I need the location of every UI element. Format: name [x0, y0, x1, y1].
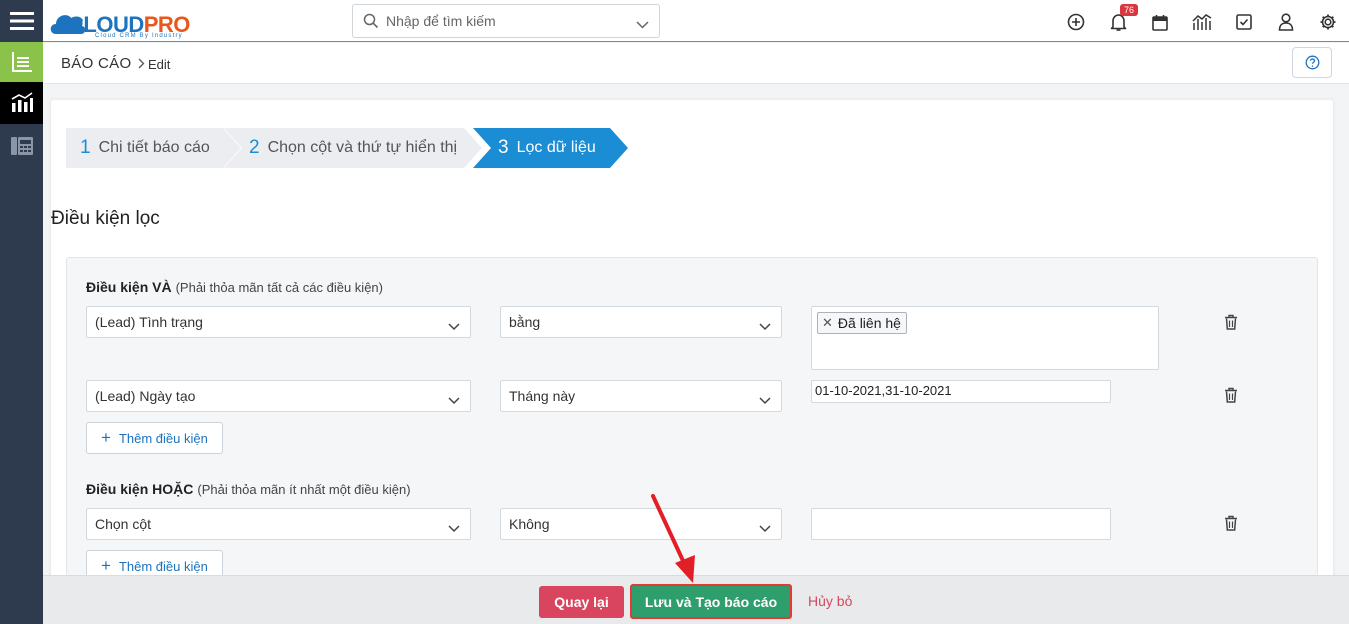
checkbox-icon[interactable]	[1233, 11, 1255, 33]
search-icon	[363, 13, 379, 32]
left-sidebar	[0, 0, 43, 624]
save-and-create-report-button[interactable]: Lưu và Tạo báo cáo	[630, 584, 792, 619]
chevron-down-icon	[448, 520, 460, 536]
chart-line-icon[interactable]	[1191, 11, 1213, 33]
help-button[interactable]	[1292, 47, 1332, 78]
and-row2-date-range-input[interactable]: 01-10-2021,31-10-2021	[811, 380, 1111, 403]
value-tag: ✕ Đã liên hệ	[817, 312, 907, 334]
or-row1-field-select[interactable]: Chọn cột	[86, 508, 471, 540]
chevron-down-icon[interactable]	[636, 16, 649, 32]
breadcrumb: BÁO CÁO Edit	[43, 43, 1349, 84]
chevron-down-icon	[759, 318, 771, 334]
wizard-step-3[interactable]: 3 Lọc dữ liệu	[473, 128, 628, 168]
annotation-arrow-icon	[651, 494, 695, 583]
plus-circle-icon[interactable]	[1065, 11, 1087, 33]
breadcrumb-page: Edit	[148, 57, 171, 72]
and-group-title: Điều kiện VÀ (Phải thỏa mãn tất cả các đi…	[86, 279, 383, 295]
and-row1-value-multiselect[interactable]: ✕ Đã liên hệ	[811, 306, 1159, 370]
plus-icon: +	[101, 428, 111, 447]
chart-icon[interactable]	[0, 82, 43, 124]
cancel-link[interactable]: Hủy bỏ	[808, 593, 852, 609]
cloudpro-logo[interactable]: CLOUDPRO Cloud CRM By Industry	[48, 4, 203, 39]
filter-section-title: Điều kiện lọc	[51, 208, 160, 229]
wizard-step-2[interactable]: 2 Chọn cột và thứ tự hiển thị	[224, 128, 482, 168]
or-row1-operator-select[interactable]: Không	[500, 508, 782, 540]
top-header: CLOUDPRO Cloud CRM By Industry 76	[43, 0, 1349, 42]
calendar-icon[interactable]	[1149, 11, 1171, 33]
back-button[interactable]: Quay lại	[539, 586, 624, 618]
phone-book-icon[interactable]	[0, 124, 43, 168]
breadcrumb-section[interactable]: BÁO CÁO	[61, 55, 131, 72]
help-icon	[1305, 55, 1319, 70]
and-row1-field-select[interactable]: (Lead) Tình trạng	[86, 306, 471, 338]
and-row1-operator-select[interactable]: bằng	[500, 306, 782, 338]
and-add-condition-button[interactable]: + Thêm điều kiện	[86, 422, 223, 454]
and-row2-field-select[interactable]: (Lead) Ngày tạo	[86, 380, 471, 412]
remove-tag-icon[interactable]: ✕	[822, 315, 833, 331]
chevron-down-icon	[759, 392, 771, 408]
menu-icon[interactable]	[0, 0, 43, 42]
chevron-right-icon	[138, 57, 145, 72]
delete-row-icon[interactable]	[1224, 387, 1238, 403]
delete-row-icon[interactable]	[1224, 515, 1238, 531]
chevron-down-icon	[448, 318, 460, 334]
chevron-down-icon	[448, 392, 460, 408]
wizard-steps: 1 Chi tiết báo cáo 2 Chọn cột và thứ tự …	[66, 128, 636, 168]
plus-icon: +	[101, 556, 111, 575]
search-input[interactable]	[386, 6, 626, 36]
logo-tagline: Cloud CRM By Industry	[95, 33, 183, 39]
or-group-title: Điều kiện HOẶC (Phải thỏa mãn ít nhất một…	[86, 481, 411, 497]
and-row2-operator-select[interactable]: Tháng này	[500, 380, 782, 412]
or-row1-value-input[interactable]	[811, 508, 1111, 540]
notification-badge: 76	[1120, 4, 1139, 16]
list-report-icon[interactable]	[0, 42, 43, 82]
search-box[interactable]	[352, 4, 660, 38]
chevron-down-icon	[759, 520, 771, 536]
gear-icon[interactable]	[1317, 11, 1339, 33]
delete-row-icon[interactable]	[1224, 314, 1238, 330]
wizard-step-1[interactable]: 1 Chi tiết báo cáo	[66, 128, 241, 168]
user-icon[interactable]	[1275, 11, 1297, 33]
